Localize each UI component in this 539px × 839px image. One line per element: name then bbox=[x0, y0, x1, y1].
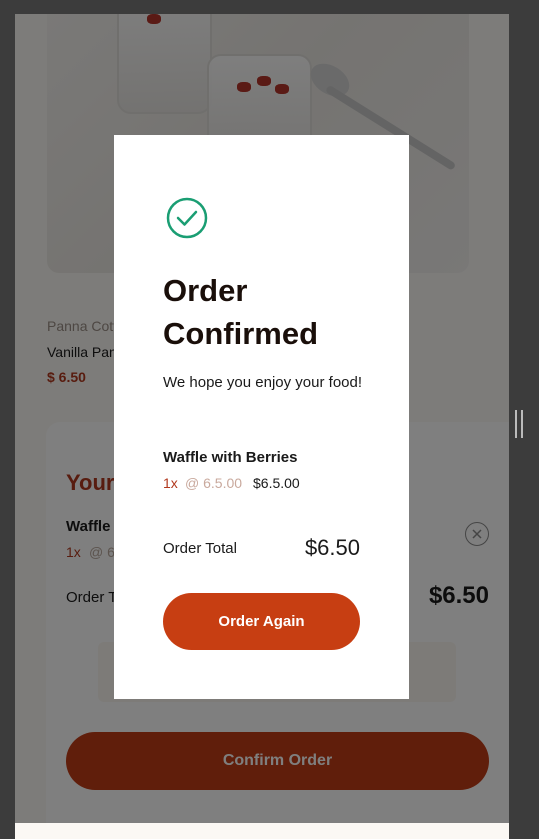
modal-total: $6.50 bbox=[304, 535, 360, 560]
browser-frame: Panna Cotta Vanilla Panna Cotta $ 6.50 Y… bbox=[0, 0, 539, 839]
resize-handle[interactable] bbox=[515, 410, 523, 438]
modal-subtitle: We hope you enjoy your food! bbox=[163, 374, 363, 391]
modal-title: Order Confirmed bbox=[163, 273, 318, 351]
modal-item-line-total: $6.5.00 bbox=[253, 475, 300, 491]
modal-item-qty: 1x bbox=[163, 475, 178, 491]
modal-item-name: Waffle with Berries bbox=[163, 449, 298, 466]
modal-item-unit-price: @ 6.5.00 bbox=[185, 475, 243, 491]
check-circle-icon bbox=[166, 197, 208, 239]
order-again-button[interactable]: Order Again bbox=[163, 593, 360, 650]
modal-total-label: Order Total bbox=[163, 540, 237, 557]
page-bottom-strip bbox=[15, 823, 509, 839]
order-confirmed-modal: Order Confirmed We hope you enjoy your f… bbox=[114, 135, 409, 699]
